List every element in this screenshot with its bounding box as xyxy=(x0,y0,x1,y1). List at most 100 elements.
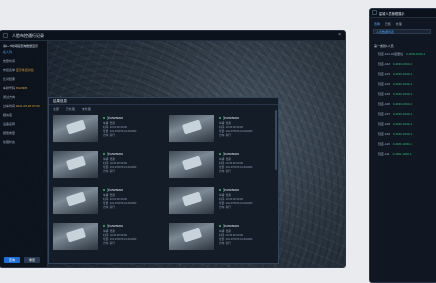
info-line: 方向: 南行 xyxy=(219,206,231,209)
item-tag: 0-2DR-1000-1 xyxy=(406,52,426,56)
vehicle-photo[interactable] xyxy=(169,151,214,178)
result-card[interactable]: 沪A5R5R00 车辆: 普通 时间: 10:15:00 00:00 位置: 101.… xyxy=(53,223,163,250)
close-icon[interactable]: × xyxy=(338,32,341,38)
app-icon xyxy=(3,33,8,38)
dialog-title: 结果信息 xyxy=(49,98,278,105)
group-title: 第一类别1人员 xyxy=(374,44,394,48)
vehicle-photo[interactable] xyxy=(53,151,98,178)
result-card[interactable]: 沪A5R5R00 车辆: 普通 时间: 10:15:00 00:00 位置: 101.… xyxy=(169,115,279,142)
item-tag: 0-2DR-1000-1 xyxy=(393,82,413,86)
filter-label: 设备名称 xyxy=(3,122,16,126)
main-titlebar: 人脸布控通行记录 × xyxy=(0,31,345,41)
vehicle-photo[interactable] xyxy=(53,115,98,142)
filter-label: 报警类型 xyxy=(3,131,16,135)
info-line: 方向: 南行 xyxy=(103,206,115,209)
side-list-item[interactable]: 辖区-109 0-2DR-1000-1 xyxy=(378,132,412,136)
filter-row[interactable]: 比对结果 xyxy=(3,77,15,81)
filter-row[interactable]: 相似度 xyxy=(3,113,12,117)
info-line: 方向: 南行 xyxy=(219,170,231,173)
plate-number: 沪A5R5R00 xyxy=(103,188,123,192)
side-list-item[interactable]: 辖区-101 01层居住 0-2DR-1000-1 xyxy=(378,52,425,56)
result-card[interactable]: 沪A5R5R00 车辆: 普通 时间: 10:15:00 00:00 位置: 101.… xyxy=(169,151,279,178)
info-line: 方向: 南行 xyxy=(219,134,231,137)
item-tag: 0-2DR-1000-1 xyxy=(393,72,413,76)
side-title: 星城人员管理展示 xyxy=(379,12,405,16)
vehicle-image xyxy=(181,155,203,171)
side-list-item[interactable]: 辖区-106 0-2DR-1000-1 xyxy=(378,102,412,106)
item-name: 辖区-104 xyxy=(378,82,391,86)
filter-label: 布控名单 xyxy=(3,68,16,72)
side-list-item[interactable]: 辖区-107 0-2DR-1000-1 xyxy=(378,112,412,116)
tab-people[interactable]: 名人列 xyxy=(3,50,12,54)
info-line: 方向: 南行 xyxy=(219,242,231,245)
result-card[interactable]: 沪A5R5R00 车辆: 普通 时间: 10:15:00 00:00 位置: 101.… xyxy=(169,223,279,250)
filter-row[interactable]: 处理状态 xyxy=(3,140,15,144)
dialog-scrollbar[interactable] xyxy=(275,110,277,170)
result-card[interactable]: 沪A5R5R00 车辆: 普通 时间: 10:15:00 00:00 位置: 101.… xyxy=(169,187,279,214)
vehicle-photo[interactable] xyxy=(53,187,98,214)
dialog-tabs: 全部 已处理 未处理 xyxy=(53,107,97,111)
item-tag: 0-2DR-1000-1 xyxy=(392,152,412,156)
filter-row[interactable]: 设备名称 xyxy=(3,122,15,126)
vehicle-photo[interactable] xyxy=(169,115,214,142)
item-name: 辖区-102 xyxy=(378,62,391,66)
result-card[interactable]: 沪A5R5R00 车辆: 普通 时间: 10:15:00 00:00 位置: 101.… xyxy=(53,115,163,142)
plate-number: 沪A5R5R00 xyxy=(219,188,239,192)
toolbar-checked[interactable]: 已核 xyxy=(385,22,391,26)
filter-row[interactable]: 告警时间 xyxy=(3,59,15,63)
filter-row[interactable]: 过车时间 2021-05-18 07:00 xyxy=(3,104,40,108)
vehicle-photo[interactable] xyxy=(169,223,214,250)
item-name: 辖区-107 xyxy=(378,112,391,116)
side-titlebar: 星城人员管理展示 xyxy=(370,9,436,18)
side-list-item[interactable]: 辖区-102 0-2DR-1000-1 xyxy=(378,62,412,66)
side-panel: 星城人员管理展示 查看 已核 处理 人员数据列表 第一类别1人员 辖区-101 … xyxy=(369,8,436,283)
filter-row[interactable]: 车牌号码 PH30R5 xyxy=(3,86,27,90)
reset-button[interactable]: 重置 xyxy=(24,257,40,263)
filter-label: 处理状态 xyxy=(3,140,16,144)
toolbar-handle[interactable]: 处理 xyxy=(396,22,402,26)
vehicle-image xyxy=(65,227,87,243)
main-title: 人脸布控通行记录 xyxy=(12,33,44,38)
main-window: 人脸布控通行记录 × 请1~7时间段查询数量显示 名人列 告警时间 布控名单 显… xyxy=(0,30,346,268)
result-card[interactable]: 沪A5R5R00 车辆: 普通 时间: 10:15:00 00:00 位置: 101.… xyxy=(53,187,163,214)
info-line: 方向: 南行 xyxy=(103,134,115,137)
side-search[interactable]: 人员数据列表 xyxy=(373,29,431,34)
tab-all[interactable]: 全部 xyxy=(53,107,59,111)
side-list-item[interactable]: 辖区-105 0-2DR-1000-1 xyxy=(378,92,412,96)
item-name: 辖区-108 xyxy=(378,122,391,126)
side-list-item[interactable]: 辖区-103 0-2DR-1000-1 xyxy=(378,72,412,76)
filter-row[interactable]: 通过方向 xyxy=(3,95,15,99)
item-tag: 0-2DR-1000-1 xyxy=(393,92,413,96)
side-list-item[interactable]: 辖区-111 0-2DR-1000-1 xyxy=(378,152,412,156)
tab-pending[interactable]: 未处理 xyxy=(82,107,91,111)
plate-number: 沪A5R5R00 xyxy=(219,224,239,228)
side-list-item[interactable]: 辖区-104 0-2DR-1000-1 xyxy=(378,82,412,86)
filter-label: 比对结果 xyxy=(3,77,16,81)
plate-number: 沪A5R5R00 xyxy=(103,152,123,156)
toolbar-view[interactable]: 查看 xyxy=(374,22,380,26)
vehicle-photo[interactable] xyxy=(169,187,214,214)
filter-value: 2021-05-18 07:00 xyxy=(15,104,40,108)
vehicle-image xyxy=(181,227,203,243)
filter-row[interactable]: 布控名单 显示条目对比 xyxy=(3,68,34,72)
query-button[interactable]: 查询 xyxy=(4,257,20,263)
item-tag: 0-2DR-1000-1 xyxy=(393,62,413,66)
plate-number: 沪A5R5R00 xyxy=(103,116,123,120)
plate-number: 沪A5R5R00 xyxy=(219,116,239,120)
item-tag: 0-2DR-1000-1 xyxy=(393,132,413,136)
item-name: 辖区-106 xyxy=(378,102,391,106)
filter-panel: 请1~7时间段查询数量显示 名人列 告警时间 布控名单 显示条目对比 比对结果 车… xyxy=(0,41,48,267)
item-tag: 0-2DR-1000-1 xyxy=(393,102,413,106)
result-dialog: 结果信息 全部 已处理 未处理 沪A5R5R00 车辆: 普通 时间: 10:15:… xyxy=(48,97,279,264)
filter-label: 相似度 xyxy=(3,113,13,117)
vehicle-photo[interactable] xyxy=(53,223,98,250)
side-list-item[interactable]: 辖区-108 0-2DR-1000-1 xyxy=(378,122,412,126)
filter-row[interactable]: 报警类型 xyxy=(3,131,15,135)
filter-label: 告警时间 xyxy=(3,59,16,63)
side-list-item[interactable]: 辖区-110 0-2DR-1000-1 xyxy=(378,142,412,146)
result-card[interactable]: 沪A5R5R00 车辆: 普通 时间: 10:15:00 00:00 位置: 101.… xyxy=(53,151,163,178)
item-tag: 0-2DR-1000-1 xyxy=(393,122,413,126)
tab-done[interactable]: 已处理 xyxy=(66,107,75,111)
filter-label: 车牌号码 xyxy=(3,86,16,90)
filter-label: 过车时间 xyxy=(3,104,16,108)
